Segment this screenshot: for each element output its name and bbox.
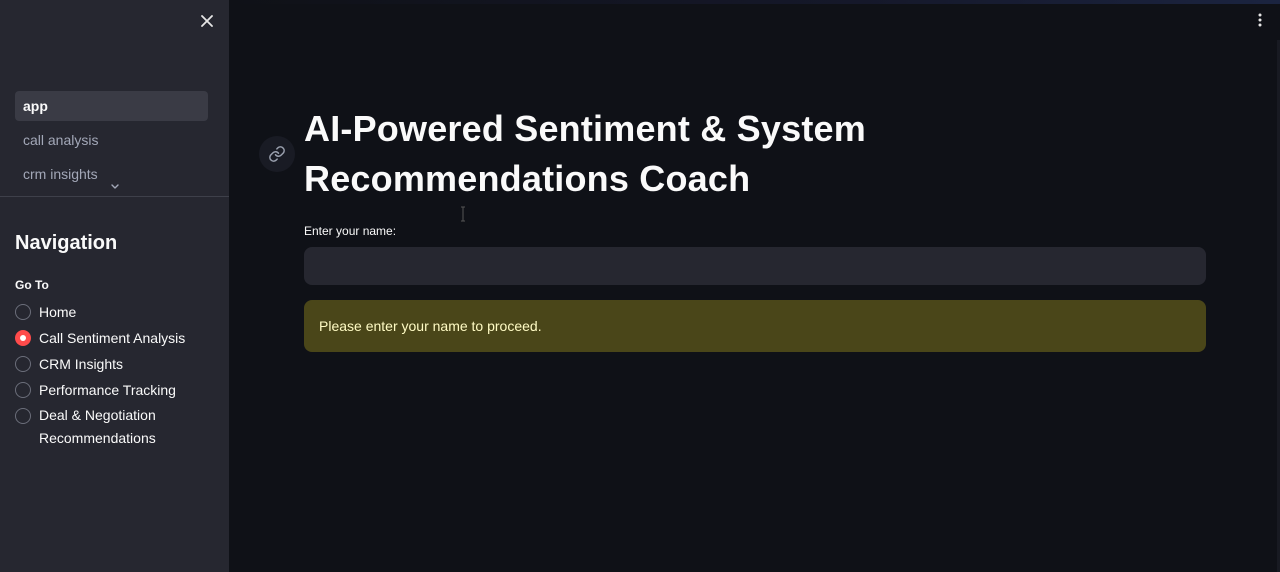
radio-option-crm-insights[interactable]: CRM Insights — [15, 354, 220, 374]
page-link-app[interactable]: app — [15, 91, 208, 121]
radio-option-call-sentiment-analysis[interactable]: Call Sentiment Analysis — [15, 328, 220, 348]
sidebar-divider — [0, 196, 229, 197]
radio-button[interactable] — [15, 408, 31, 424]
close-icon — [201, 15, 213, 27]
app-window: app call analysis crm insights Navigatio… — [0, 0, 1280, 572]
radio-option-home[interactable]: Home — [15, 302, 220, 322]
text-cursor-icon — [461, 206, 465, 222]
name-input[interactable] — [304, 247, 1206, 285]
goto-radio-group: Home Call Sentiment Analysis CRM Insight… — [15, 302, 220, 456]
radio-label: Call Sentiment Analysis — [39, 330, 186, 346]
close-sidebar-button[interactable] — [196, 10, 218, 32]
navigation-title: Navigation — [15, 232, 118, 254]
main-content: AI-Powered Sentiment & System Recommenda… — [229, 0, 1280, 572]
radio-label: Performance Tracking — [39, 382, 176, 398]
sidebar: app call analysis crm insights Navigatio… — [0, 0, 229, 572]
radio-button[interactable] — [15, 382, 31, 398]
page-link-call-analysis[interactable]: call analysis — [15, 125, 208, 155]
name-field-label: Enter your name: — [304, 224, 397, 238]
radio-button-selected[interactable] — [15, 330, 31, 346]
warning-text: Please enter your name to proceed. — [319, 318, 542, 334]
radio-label: CRM Insights — [39, 356, 124, 372]
radio-option-deal-negotiation[interactable]: Deal & Negotiation Recommendations — [15, 406, 220, 450]
radio-label: Home — [39, 304, 77, 320]
pages-nav: app call analysis crm insights — [15, 91, 208, 193]
link-icon — [269, 146, 285, 162]
goto-label: Go To — [15, 278, 49, 292]
radio-button[interactable] — [15, 356, 31, 372]
radio-option-performance-tracking[interactable]: Performance Tracking — [15, 380, 220, 400]
warning-alert: Please enter your name to proceed. — [304, 300, 1206, 352]
chevron-down-icon[interactable] — [108, 182, 122, 192]
heading-anchor-link[interactable] — [259, 136, 295, 172]
radio-button[interactable] — [15, 304, 31, 320]
radio-label: Deal & Negotiation Recommendations — [39, 407, 156, 446]
page-title: AI-Powered Sentiment & System Recommenda… — [304, 108, 866, 199]
